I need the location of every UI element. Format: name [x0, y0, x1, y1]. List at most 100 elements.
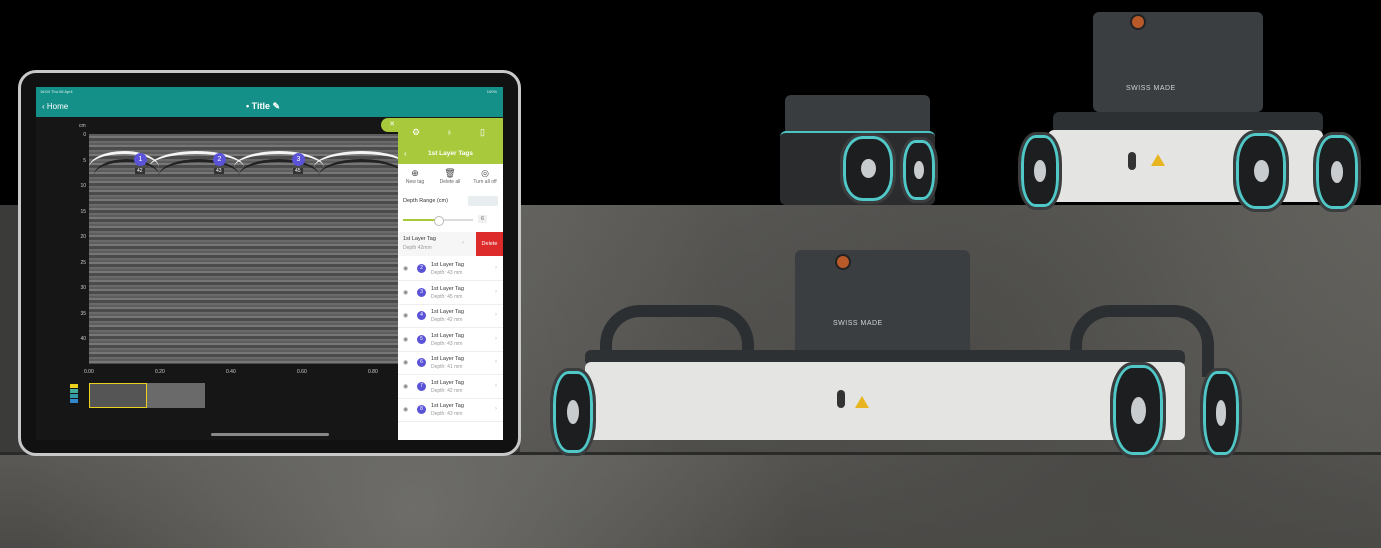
chevron-right-icon: ›: [495, 335, 497, 342]
concrete-floor: [0, 453, 1381, 548]
eye-icon[interactable]: ◉: [403, 312, 408, 319]
tag-row-swiped[interactable]: 1st Layer Tag Depth 42mm › Delete: [398, 232, 503, 256]
eye-icon[interactable]: ◉: [403, 265, 408, 272]
tag-row[interactable]: ◉ 4 1st Layer Tag Depth: 42 mm ›: [398, 305, 503, 328]
action-icon: 🗑: [444, 168, 456, 178]
tag-name: 1st Layer Tag: [431, 379, 464, 386]
tag-name: 1st Layer Tag: [403, 236, 436, 242]
delete-button[interactable]: Delete: [476, 232, 503, 256]
nav-bar: ‹ Home • Title ✎: [36, 97, 503, 117]
layer-tag-marker[interactable]: 1: [134, 153, 147, 166]
tag-name: 1st Layer Tag: [431, 356, 464, 362]
app-screen: 18:04 Thu 08 April 100% ‹ Home • Title ✎…: [36, 87, 503, 440]
eye-icon[interactable]: ◉: [403, 359, 408, 366]
action-icon: ◎: [481, 168, 489, 178]
tablet-device: 18:04 Thu 08 April 100% ‹ Home • Title ✎…: [18, 70, 521, 456]
panel-action-button[interactable]: ⊕ New tag: [398, 168, 432, 185]
y-tick-label: 20: [80, 234, 86, 240]
x-tick-label: 0.00: [84, 369, 94, 375]
tag-icon[interactable]: ♁: [446, 127, 453, 137]
title-text: Title: [251, 101, 270, 111]
y-tick-label: 10: [80, 183, 86, 189]
radargram-view[interactable]: cm 0 5 10 15 20 25 30 35 40 1 42 2 43 3 45 0.00 0.20 0.…: [36, 117, 409, 440]
y-tick-label: 25: [80, 259, 86, 266]
laser-warning-icon-2: [855, 396, 869, 408]
action-icon: ⊕: [411, 168, 419, 178]
status-battery: 100%: [486, 89, 497, 94]
panel-action-button[interactable]: 🗑 Delete all: [433, 168, 467, 185]
tag-depth: Depth: 41 mm: [431, 364, 463, 370]
marker-depth-label: 42: [135, 168, 145, 174]
tag-number: 3: [417, 287, 426, 297]
minimap-selection[interactable]: [89, 383, 147, 408]
chevron-right-icon: ›: [495, 312, 497, 318]
tag-depth: Depth: 43 mm: [431, 270, 463, 276]
tag-depth: Depth: 42 mm: [431, 317, 463, 323]
action-label: Delete all: [439, 179, 461, 185]
slider-thumb[interactable]: [434, 216, 444, 226]
compact-scanner-device: [780, 95, 938, 207]
panel-title: 1st Layer Tags: [427, 150, 474, 157]
chevron-right-icon: ›: [462, 240, 464, 246]
x-tick-label: 0.20: [155, 369, 165, 375]
marker-depth-label: 45: [293, 168, 303, 174]
laser-warning-icon: [1151, 154, 1165, 166]
x-tick-label: 0.80: [368, 369, 378, 375]
hyperbola-shadow: [239, 159, 319, 192]
y-tick-label: 35: [80, 310, 86, 317]
chevron-right-icon: ›: [495, 288, 497, 295]
action-label: New tag: [405, 179, 425, 185]
eye-icon[interactable]: ◉: [403, 406, 408, 413]
layer-tags-panel: ⚙ ♁ ▯ ‹ 1st Layer Tags ⊕ New tag 🗑 Delete a…: [398, 118, 503, 440]
tag-row[interactable]: ◉ 2 1st Layer Tag Depth: 43 mm ›: [398, 258, 503, 281]
minimap-legend: [70, 384, 78, 408]
tag-name: 1st Layer Tag: [431, 403, 464, 409]
layer-tag-marker[interactable]: 2: [213, 153, 226, 166]
tag-depth: Depth: 45 mm: [431, 293, 463, 300]
chevron-right-icon: ›: [495, 382, 497, 389]
tag-row[interactable]: ◉ 3 1st Layer Tag Depth: 45 mm ›: [398, 282, 503, 305]
tag-name: 1st Layer Tag: [431, 332, 464, 339]
hyperbola-shadow: [159, 159, 239, 192]
tag-row[interactable]: ◉ 8 1st Layer Tag Depth: 43 mm ›: [398, 399, 503, 422]
y-tick-label: 40: [80, 336, 86, 342]
depth-range-input[interactable]: [468, 196, 498, 206]
tag-depth: Depth: 43 mm: [431, 340, 463, 347]
tag-number: 4: [417, 311, 426, 320]
tag-number: 6: [417, 358, 426, 367]
eye-icon[interactable]: ◉: [403, 289, 408, 296]
tag-number: 8: [417, 405, 426, 414]
sidebar-icon[interactable]: ▯: [480, 127, 485, 138]
overview-minimap[interactable]: [89, 383, 205, 408]
tag-number: 5: [417, 334, 426, 344]
tag-number: 7: [417, 381, 426, 391]
chevron-right-icon: ›: [495, 359, 497, 365]
y-tick-label: 30: [80, 285, 86, 291]
page-title[interactable]: • Title ✎: [246, 101, 280, 112]
tag-row[interactable]: ◉ 7 1st Layer Tag Depth: 42 mm ›: [398, 376, 503, 399]
slider-value: 6: [478, 215, 488, 223]
depth-range-slider[interactable]: [403, 216, 473, 226]
eye-icon[interactable]: ◉: [403, 383, 408, 390]
y-tick-label: 15: [80, 208, 86, 215]
back-button[interactable]: ‹ Home: [42, 102, 68, 111]
tag-row[interactable]: ◉ 5 1st Layer Tag Depth: 43 mm ›: [398, 329, 503, 352]
eye-icon[interactable]: ◉: [403, 336, 408, 343]
panel-action-button[interactable]: ◎ Turn all off: [468, 168, 502, 185]
tag-number: 2: [417, 264, 426, 273]
tag-row[interactable]: ◉ 6 1st Layer Tag Depth: 41 mm ›: [398, 352, 503, 375]
y-tick-label: 0: [83, 132, 86, 138]
depth-range-label: Depth Range (cm): [403, 198, 448, 204]
tag-name: 1st Layer Tag: [431, 262, 464, 268]
hyperbola-shadow: [319, 159, 404, 192]
tag-name: 1st Layer Tag: [431, 285, 464, 292]
panel-header: ⚙ ♁ ▯ ‹ 1st Layer Tags: [398, 118, 503, 164]
layer-tag-marker[interactable]: 3: [292, 153, 305, 166]
close-panel-button[interactable]: ✕: [381, 118, 403, 132]
marker-depth-label: 43: [214, 168, 224, 174]
tag-depth: Depth: 42 mm: [431, 387, 463, 394]
settings-icon[interactable]: ⚙: [412, 127, 420, 138]
tag-depth: Depth: 43 mm: [431, 411, 463, 417]
x-tick-label: 0.60: [297, 369, 307, 375]
home-indicator: [211, 433, 329, 436]
